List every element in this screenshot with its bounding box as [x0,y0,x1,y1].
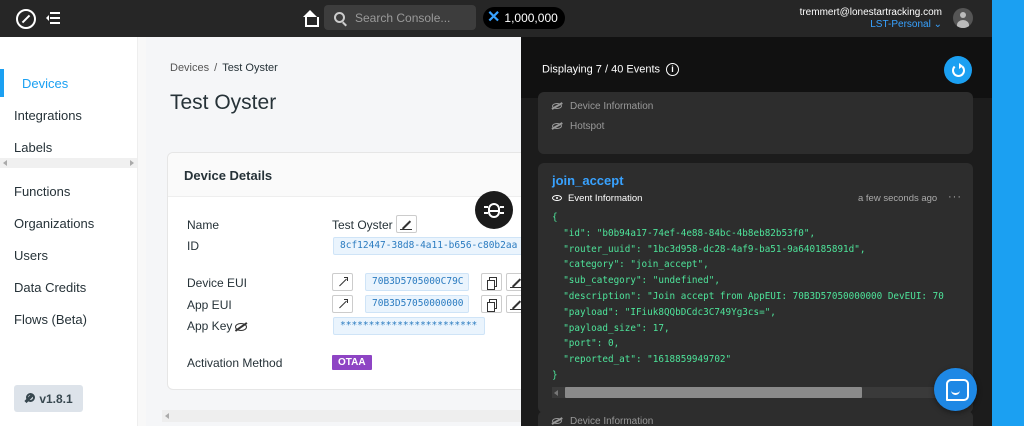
data-credits-value: 1,000,000 [504,11,558,25]
activation-method-badge: OTAA [332,355,372,370]
event-json: { "id": "b0b94a17-74ef-4e88-84bc-4b8eb82… [552,212,944,381]
event-count-text: Displaying 7 / 40 Events [542,63,661,76]
chevron-down-icon: ⌄ [933,19,942,30]
sidebar-item-data-credits[interactable]: Data Credits [14,280,86,295]
event-card-previous: Device Information Hotspot [538,92,973,154]
sidebar-item-devices[interactable]: Devices [22,76,68,91]
eye-off-icon [552,103,562,110]
app-key-label-text: App Key [187,319,233,333]
name-value: Test Oyster [332,218,393,232]
expand-icon[interactable] [332,273,353,291]
info-icon[interactable]: i [666,63,680,76]
event-count: Displaying 7 / 40 Events i [542,63,680,76]
copy-icon[interactable] [481,295,502,313]
event-information-row[interactable]: Event Information [552,193,642,204]
id-label: ID [187,239,199,253]
name-label: Name [187,218,220,232]
wrench-icon [24,393,36,403]
active-indicator [0,69,4,97]
event-card-next: Device Information [538,411,973,426]
breadcrumb: Devices / Test Oyster [170,62,278,74]
user-email[interactable]: tremmert@lonestartracking.com [800,7,942,18]
sidebar-item-labels[interactable]: Labels [14,140,52,155]
sidebar: Devices Integrations Labels Functions Or… [0,37,146,426]
app-eui-value[interactable]: 70B3D57050000000 [365,295,469,313]
collapse-menu-icon[interactable] [46,12,60,24]
app-eui-label: App EUI [187,298,232,312]
page-title: Test Oyster [170,91,277,114]
breadcrumb-devices-link[interactable]: Devices [170,62,209,74]
chat-support-button[interactable] [934,368,977,411]
browser-side-strip [992,0,1024,426]
avatar[interactable] [953,8,973,28]
main-horizontal-scrollbar[interactable] [162,410,522,422]
device-id-value[interactable]: 8cf12447-38d8-4a11-b656-c80b2aa [333,237,527,255]
home-icon[interactable] [302,10,319,27]
eye-off-icon [552,418,562,425]
eye-off-icon [552,123,562,130]
debug-panel: Displaying 7 / 40 Events i Device Informa… [521,37,992,426]
sidebar-item-organizations[interactable]: Organizations [14,216,94,231]
json-scrollbar-thumb[interactable] [565,387,862,398]
search-box[interactable] [324,5,476,30]
search-icon [334,12,345,23]
edit-name-icon[interactable] [396,215,417,233]
refresh-button[interactable] [944,56,972,84]
scroll-left-arrow-icon[interactable] [554,390,558,396]
event-timestamp: a few seconds ago [858,193,938,204]
app-key-value[interactable]: ************************ [333,317,485,335]
device-eui-label: Device EUI [187,276,248,290]
device-information-row[interactable]: Device Information [552,101,653,112]
org-switcher[interactable]: LST-Personal ⌄ [870,19,942,30]
sidebar-item-flows[interactable]: Flows (Beta) [14,312,87,327]
sidebar-item-integrations[interactable]: Integrations [14,108,82,123]
helium-x-icon: ✕ [487,9,501,26]
debug-header: Displaying 7 / 40 Events i [521,37,992,98]
event-title: join_accept [552,173,624,188]
sidebar-divider [137,37,146,426]
search-input[interactable] [355,10,465,25]
activation-method-label: Activation Method [187,356,283,370]
copy-icon[interactable] [481,273,502,291]
sidebar-item-users[interactable]: Users [14,248,48,263]
helium-logo-icon[interactable] [16,9,36,29]
top-bar: ✕ 1,000,000 tremmert@lonestartracking.co… [0,0,992,37]
expand-icon[interactable] [332,295,353,313]
breadcrumb-separator: / [214,62,218,74]
data-credits-badge[interactable]: ✕ 1,000,000 [483,7,565,29]
eye-off-icon[interactable] [235,322,248,331]
app-key-label: App Key [187,319,248,333]
org-name: LST-Personal [870,19,931,30]
sidebar-scrollbar[interactable] [0,158,137,168]
event-card-join-accept: join_accept Event Information a few seco… [538,163,973,413]
device-information-row[interactable]: Device Information [552,416,653,426]
debug-toggle-button[interactable] [475,191,513,229]
version-badge: v1.8.1 [14,385,83,412]
eye-icon [552,195,562,202]
sidebar-item-functions[interactable]: Functions [14,184,70,199]
device-details-header: Device Details [168,153,526,197]
breadcrumb-current: Test Oyster [222,62,278,74]
more-options-icon[interactable]: ··· [948,191,962,203]
hotspot-row[interactable]: Hotspot [552,121,604,132]
version-text: v1.8.1 [39,391,73,406]
device-eui-value[interactable]: 70B3D5705000C79C [365,273,469,291]
